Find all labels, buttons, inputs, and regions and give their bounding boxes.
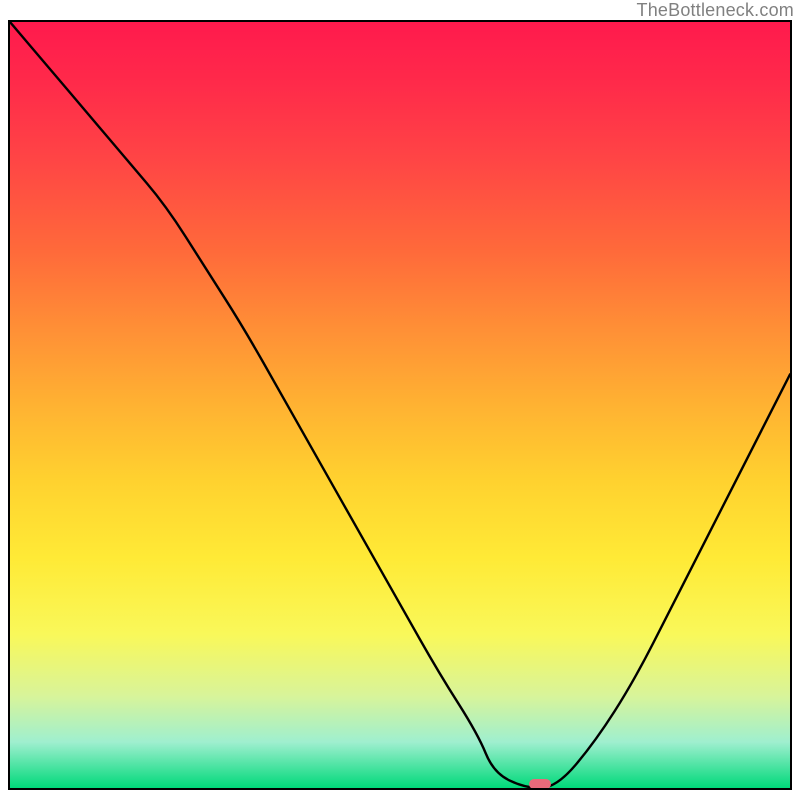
optimal-point-marker bbox=[529, 779, 551, 789]
watermark-text: TheBottleneck.com bbox=[637, 0, 794, 21]
chart-area bbox=[8, 20, 792, 790]
chart-line bbox=[10, 22, 790, 788]
